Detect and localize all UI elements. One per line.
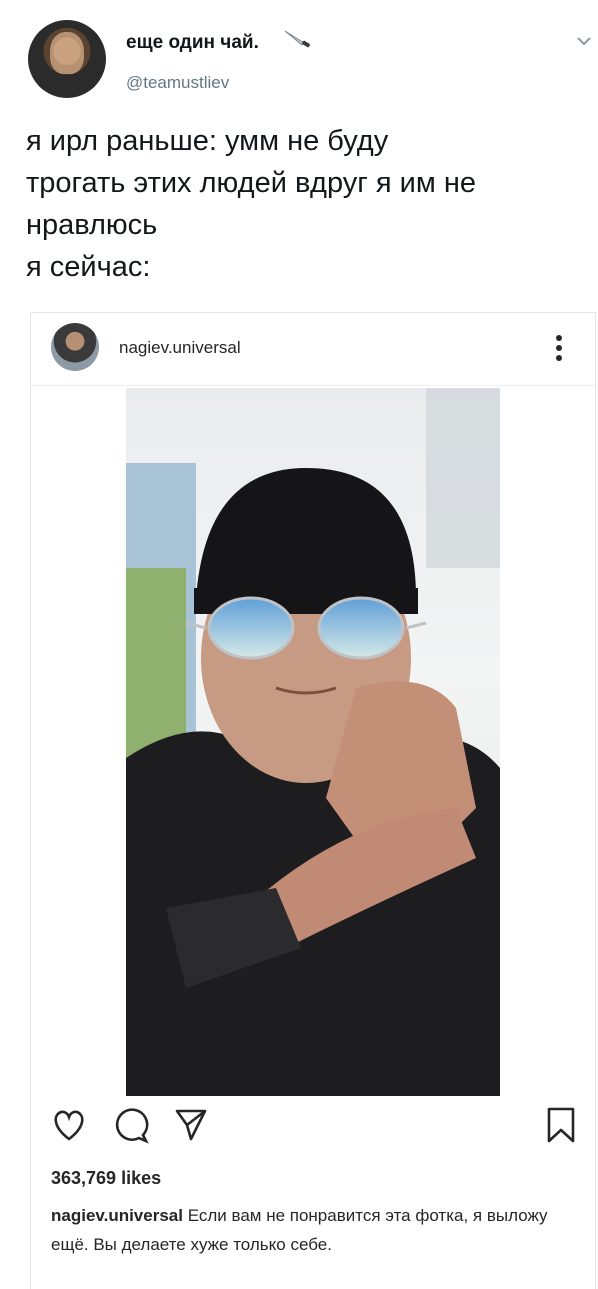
handle[interactable]: @teamustliev [126, 73, 229, 93]
bookmark-icon[interactable] [541, 1105, 581, 1145]
post-photo [126, 388, 500, 1096]
post-header: nagiev.universal [31, 313, 595, 386]
knife-icon [282, 28, 312, 50]
tweet-header: еще один чай. @teamustliev [20, 18, 591, 104]
share-icon[interactable] [171, 1105, 211, 1145]
tweet-text: я ирл раньше: умм не буду трогать этих л… [26, 125, 476, 283]
comment-icon[interactable] [111, 1105, 151, 1145]
post-actions [31, 1105, 595, 1155]
caption-username[interactable]: nagiev.universal [51, 1206, 183, 1225]
more-icon[interactable] [547, 331, 571, 365]
likes-count[interactable]: 363,769 likes [51, 1168, 161, 1189]
embedded-instagram-post: nagiev.universal 363,769 likes nagiev.un… [30, 312, 596, 1289]
display-name[interactable]: еще один чай. [126, 32, 259, 54]
avatar[interactable] [51, 323, 99, 371]
caption: nagiev.universal Если вам не понравится … [51, 1201, 561, 1259]
post-username[interactable]: nagiev.universal [119, 338, 241, 358]
avatar[interactable] [28, 20, 106, 98]
heart-icon[interactable] [49, 1105, 89, 1145]
chevron-down-icon[interactable] [576, 34, 592, 46]
